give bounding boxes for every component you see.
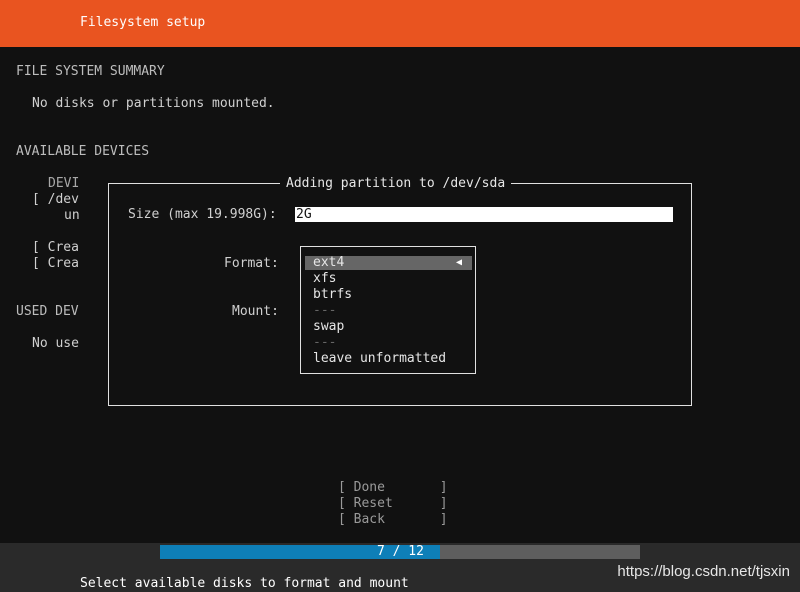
- mount-label: Mount:: [232, 304, 279, 319]
- devices-column-header: DEVI: [48, 176, 80, 191]
- format-separator: ---: [313, 303, 337, 318]
- selected-arrow-icon: ◀: [456, 257, 463, 268]
- summary-heading: FILE SYSTEM SUMMARY: [16, 64, 165, 79]
- summary-empty-text: No disks or partitions mounted.: [32, 96, 275, 111]
- header-bar: Filesystem setup: [0, 0, 800, 47]
- format-dropdown[interactable]: ext4 ◀ xfs btrfs --- swap --- leave unfo…: [300, 246, 476, 374]
- size-label: Size (max 19.998G):: [128, 207, 277, 222]
- format-separator: ---: [313, 335, 337, 350]
- reset-button[interactable]: [ Reset ]: [338, 496, 448, 512]
- back-button[interactable]: [ Back ]: [338, 512, 448, 528]
- dialog-title: Adding partition to /dev/sda: [280, 176, 512, 192]
- format-option-ext4[interactable]: ext4: [313, 255, 344, 271]
- format-option-btrfs[interactable]: btrfs: [313, 287, 352, 303]
- create-action-2[interactable]: [ Crea: [32, 256, 79, 272]
- device-row-unused: un: [64, 208, 80, 223]
- page-title: Filesystem setup: [80, 15, 206, 30]
- done-button[interactable]: [ Done ]: [338, 480, 448, 496]
- used-devices-heading: USED DEV: [16, 304, 79, 319]
- format-option-swap[interactable]: swap: [313, 319, 344, 335]
- format-label: Format:: [224, 256, 279, 271]
- create-action-1[interactable]: [ Crea: [32, 240, 79, 256]
- size-input[interactable]: 2G: [295, 207, 673, 222]
- progress-text: 7 / 12: [377, 544, 424, 559]
- device-row-sda[interactable]: [ /dev: [32, 192, 79, 208]
- format-option-xfs[interactable]: xfs: [313, 271, 336, 287]
- available-devices-heading: AVAILABLE DEVICES: [16, 144, 150, 159]
- format-option-leave-unformatted[interactable]: leave unformatted: [313, 351, 446, 367]
- used-devices-empty-text: No use: [32, 336, 79, 351]
- status-text: Select available disks to format and mou…: [80, 576, 409, 591]
- watermark-text: https://blog.csdn.net/tjsxin: [617, 563, 790, 580]
